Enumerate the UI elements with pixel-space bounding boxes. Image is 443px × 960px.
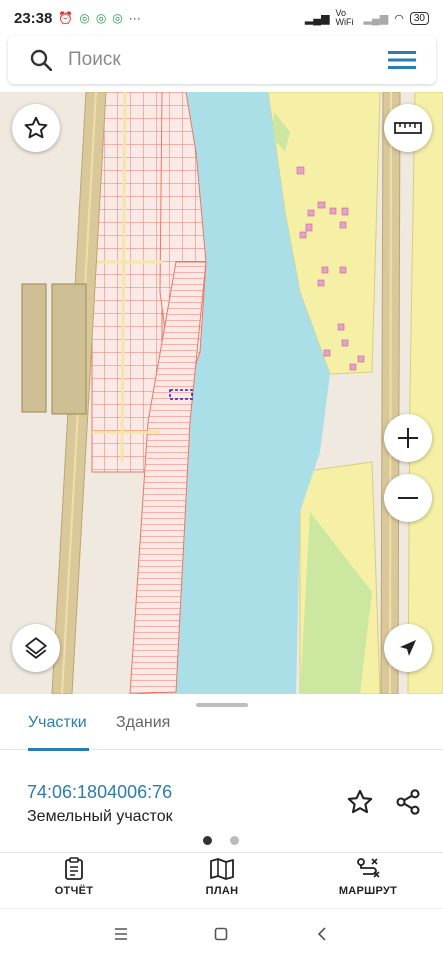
measure-button[interactable] (384, 104, 432, 152)
app-notification-icon: ◎ (95, 11, 107, 25)
route-icon (357, 858, 380, 878)
signal-icon: ▂▄▆ (304, 12, 330, 25)
favorite-button[interactable] (12, 104, 60, 152)
app-notification-icon: ◎ (112, 11, 123, 25)
plan-label: ПЛАН (205, 885, 239, 897)
my-location-button[interactable] (384, 624, 432, 672)
report-button[interactable]: ОТЧЁТ (24, 857, 124, 897)
tab-bar: Участки Здания (0, 708, 443, 751)
pager-dot (230, 836, 239, 845)
map-canvas[interactable] (0, 92, 443, 694)
home-icon[interactable] (214, 927, 228, 941)
star-icon[interactable] (346, 788, 374, 816)
star-icon (24, 116, 48, 139)
search-bar[interactable]: Поиск (8, 36, 436, 84)
zoom-in-icon (398, 428, 418, 448)
battery-indicator: 30 (409, 11, 429, 25)
map-view[interactable] (0, 92, 443, 694)
tab-parcels[interactable]: Участки (28, 714, 87, 732)
action-bar: ОТЧЁТ ПЛАН МАРШРУТ (0, 852, 443, 908)
status-time: 23:38 (14, 9, 53, 27)
tab-buildings[interactable]: Здания (116, 714, 170, 732)
cadastral-number-link[interactable]: 74:06:1804006:76 (27, 782, 172, 803)
wifi-icon: ◠ (394, 12, 404, 25)
search-header: Поиск (0, 36, 443, 92)
pager-dot-active (203, 836, 212, 845)
zoom-in-button[interactable] (384, 414, 432, 462)
layers-icon (25, 637, 47, 659)
map-plan-icon (210, 858, 234, 880)
bottom-sheet: Участки Здания 74:06:1804006:76 Земельны… (0, 694, 443, 960)
report-icon (65, 857, 83, 880)
share-icon[interactable] (394, 788, 422, 816)
search-input[interactable]: Поиск (68, 49, 121, 71)
active-tab-indicator (28, 748, 89, 751)
structure (51, 283, 87, 415)
signal-icon: ▂▄▆ (363, 12, 389, 25)
parcel-type: Земельный участок (27, 808, 173, 825)
system-nav-bar (0, 908, 443, 960)
status-notification-icons: ⏰ ◎ ◎ ◎ ··· (58, 11, 140, 25)
recent-apps-icon[interactable] (114, 927, 128, 941)
status-bar: 23:38 ⏰ ◎ ◎ ◎ ··· ▂▄▆ Vo WiFi ▂▄▆ ◠ 30 (0, 0, 443, 36)
residential-area (407, 92, 443, 694)
back-icon[interactable] (316, 927, 330, 941)
route-button[interactable]: МАРШРУТ (318, 857, 418, 897)
search-icon (30, 49, 52, 71)
structure (21, 283, 47, 413)
more-notifications-icon: ··· (128, 11, 141, 25)
route-label: МАРШРУТ (338, 885, 398, 897)
ruler-icon (394, 122, 422, 134)
pager-dots (203, 836, 239, 845)
alarm-icon: ⏰ (58, 11, 74, 25)
zoom-out-icon (398, 497, 418, 499)
menu-icon[interactable] (388, 50, 416, 70)
zoom-out-button[interactable] (384, 474, 432, 522)
status-right: ▂▄▆ Vo WiFi ▂▄▆ ◠ 30 (305, 9, 429, 27)
network-label: Vo WiFi (335, 8, 354, 27)
layers-button[interactable] (12, 624, 60, 672)
sheet-drag-handle[interactable] (196, 703, 248, 707)
navigation-arrow-icon (400, 640, 416, 656)
app-notification-icon: ◎ (79, 11, 90, 25)
report-label: ОТЧЁТ (54, 885, 94, 897)
plan-button[interactable]: ПЛАН (172, 857, 272, 897)
